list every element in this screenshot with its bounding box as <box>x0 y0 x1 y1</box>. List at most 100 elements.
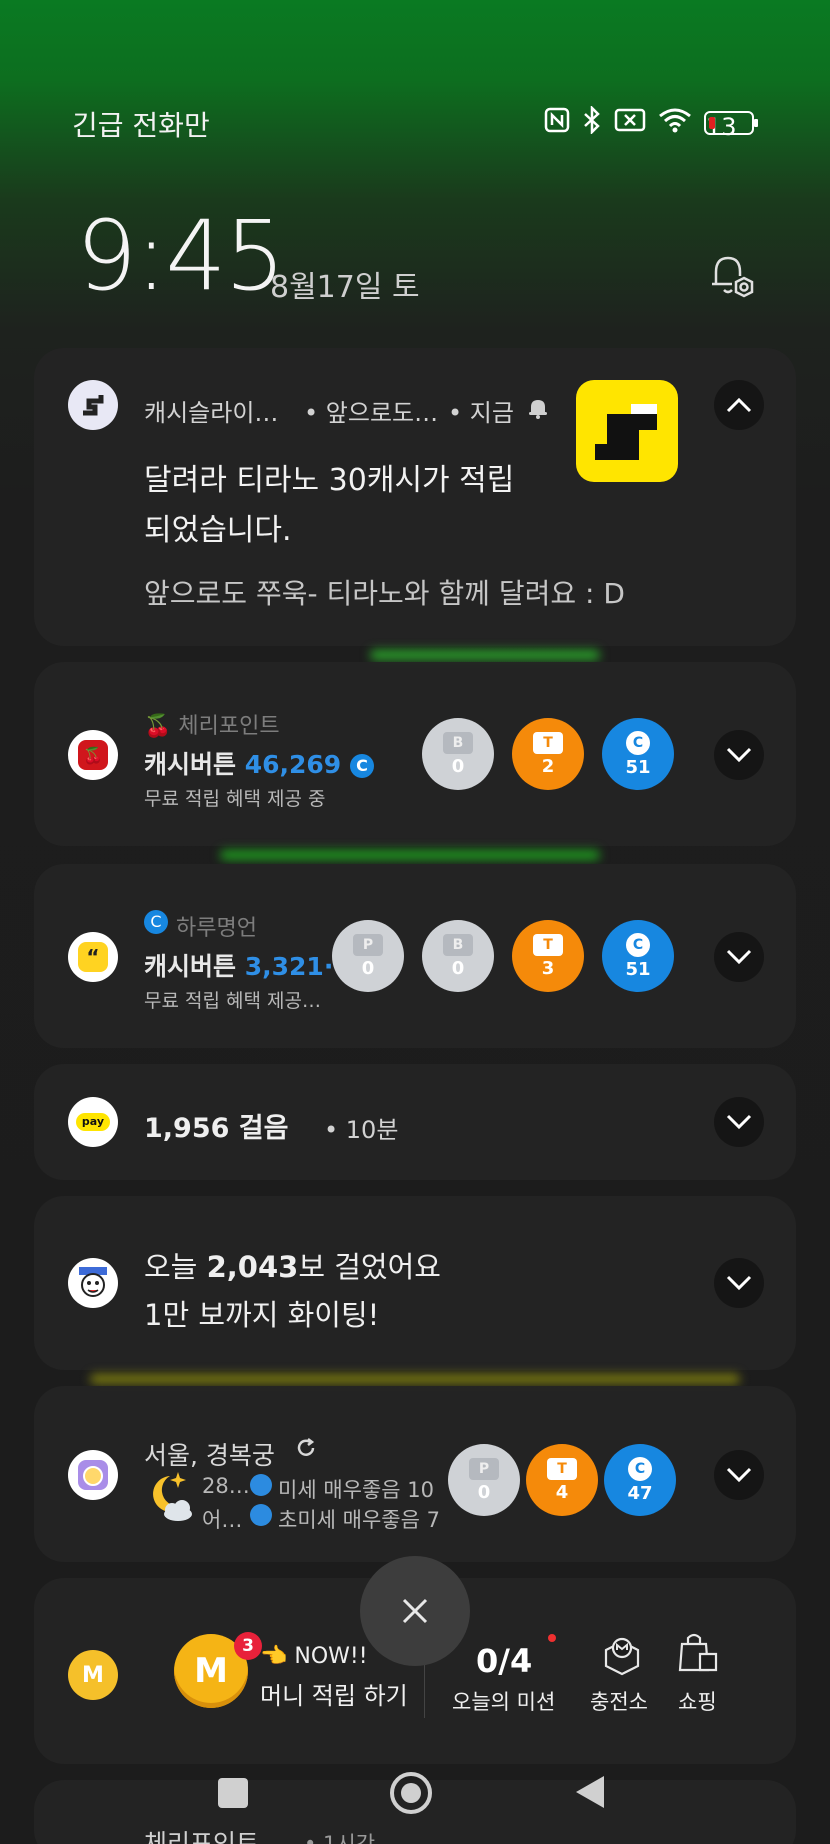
notification-kakaopay[interactable]: pay 1,956 걸음 • 10분 <box>34 1064 796 1180</box>
weather-app-icon <box>68 1450 118 1500</box>
weather-location: 서울, 경복궁 <box>144 1441 275 1470</box>
chip-t-glyph: T <box>533 731 563 754</box>
walk-app-icon <box>68 1258 118 1308</box>
mission-label[interactable]: 오늘의 미션 <box>452 1686 555 1716</box>
chip-b-value: 0 <box>451 755 465 777</box>
notification-weather[interactable]: 서울, 경복궁 28… 어… 미세 매우좋음 10 초미세 매우좋음 7 P0 … <box>34 1386 796 1562</box>
money-app-letter: M <box>82 1662 104 1688</box>
expand-button[interactable] <box>714 1258 764 1308</box>
chip-t[interactable]: T2 <box>512 718 584 790</box>
chip-c[interactable]: C 51 <box>602 920 674 992</box>
money-cta-top[interactable]: 👈 NOW!! <box>260 1644 368 1669</box>
divider-glow <box>220 850 600 860</box>
chip-t[interactable]: T4 <box>526 1444 598 1516</box>
cash-button-label: 캐시버튼 <box>144 750 237 779</box>
lockscreen-clock: 9:45 <box>76 200 286 312</box>
charging-station-label[interactable]: 충전소 <box>590 1686 648 1716</box>
cherrypoint-app-icon: 🍒 <box>68 730 118 780</box>
walk-suffix: 보 걸었어요 <box>298 1250 441 1284</box>
cash-button-balance: 캐시버튼 46,269 C <box>144 745 374 781</box>
chip-b[interactable]: B0 <box>422 920 494 992</box>
notification-cashslide[interactable]: 캐시슬라이… • 앞으로도… • 지금 달려라 티라노 30캐시가 적립 되었습… <box>34 348 796 646</box>
cash-button-label: 캐시버튼 <box>144 952 237 981</box>
money-coin-letter: M <box>194 1651 228 1691</box>
mission-count[interactable]: 0/4 <box>476 1642 532 1680</box>
notification-quote[interactable]: “ C 하루명언 캐시버튼 3,321· 무료 적립 혜택 제공… P0 B0 … <box>34 864 796 1048</box>
clear-all-button[interactable] <box>360 1556 470 1666</box>
ultrafine-dust-level: 초미세 매우좋음 7 <box>278 1508 440 1532</box>
chip-c[interactable]: C 51 <box>602 718 674 790</box>
notification-walk[interactable]: 오늘 2,043보 걸었어요 1만 보까지 화이팅! <box>34 1196 796 1370</box>
walk-line-1: 오늘 2,043보 걸었어요 <box>144 1244 441 1286</box>
notification-cherrypoint[interactable]: 🍒 🍒 체리포인트 캐시버튼 46,269 C 무료 적립 혜택 제공 중 B0… <box>34 662 796 846</box>
divider-glow <box>90 1374 740 1384</box>
expand-button[interactable] <box>714 1450 764 1500</box>
quote-app-name: 하루명언 <box>176 916 257 941</box>
chip-b[interactable]: B0 <box>422 718 494 790</box>
navigation-bar <box>0 1760 830 1844</box>
dust-face-icon <box>250 1474 272 1496</box>
chip-p-value: 0 <box>361 957 375 979</box>
chip-t-value: 4 <box>555 1481 569 1503</box>
notification-app-name: 캐시슬라이… <box>144 399 279 427</box>
notification-title: 달려라 티라노 30캐시가 적립 <box>144 463 515 498</box>
chip-p-value: 0 <box>477 1481 491 1503</box>
quote-app-badge: C <box>144 910 168 934</box>
home-button[interactable] <box>390 1772 432 1814</box>
recents-button[interactable] <box>218 1778 248 1808</box>
chip-p[interactable]: P0 <box>448 1444 520 1516</box>
expand-button[interactable] <box>714 932 764 982</box>
money-app-icon: M <box>68 1650 118 1700</box>
bluetooth-icon <box>582 104 602 140</box>
no-sim-icon <box>614 108 646 138</box>
mission-red-dot <box>548 1634 556 1642</box>
home-dot <box>401 1783 421 1803</box>
lockscreen-date: 8월17일 토 <box>270 270 420 305</box>
money-cta-bottom[interactable]: 머니 적립 하기 <box>260 1676 408 1711</box>
notification-title-line2: 되었습니다. <box>144 513 292 548</box>
wifi-icon <box>658 107 692 139</box>
back-button[interactable] <box>574 1774 606 1814</box>
shopping-bag-icon[interactable] <box>676 1630 720 1678</box>
cash-balance-value: 46,269 <box>244 750 342 779</box>
steps-count: 1,956 걸음 <box>144 1113 289 1144</box>
chip-c-glyph: C <box>628 1456 652 1481</box>
cherry-icon: 🍒 <box>78 740 108 770</box>
ultrafine-dust-face-icon <box>250 1504 272 1526</box>
cash-coin-icon: C <box>349 754 374 778</box>
notification-settings-icon[interactable] <box>706 252 758 302</box>
shopping-label[interactable]: 쇼핑 <box>678 1686 717 1716</box>
collapse-button[interactable] <box>714 380 764 430</box>
cashslide-app-icon <box>68 380 118 430</box>
moon-cloud-icon <box>142 1468 198 1528</box>
chip-c-value: 47 <box>627 1482 653 1504</box>
chip-b-glyph: B <box>443 731 473 754</box>
money-count-badge: 3 <box>234 1632 262 1660</box>
cherrypoint-app-name: 🍒 체리포인트 <box>144 714 280 739</box>
cash-button-desc: 무료 적립 혜택 제공… <box>144 990 321 1012</box>
notification-time: • 지금 <box>448 399 514 427</box>
refresh-icon[interactable] <box>294 1436 318 1464</box>
chip-c[interactable]: C 47 <box>604 1444 676 1516</box>
status-icons: 13 <box>544 104 758 141</box>
battery-icon: 13 <box>704 111 758 141</box>
charging-station-icon[interactable] <box>600 1632 644 1680</box>
notification-time: • 10분 <box>324 1116 399 1144</box>
notification-body: 앞으로도 쭈욱- 티라노와 함께 달려요 : D <box>144 577 625 610</box>
chip-b-glyph: B <box>443 933 473 956</box>
chip-t-glyph: T <box>547 1457 577 1480</box>
chip-t-value: 3 <box>541 957 555 979</box>
quote-mark-icon: “ <box>78 942 108 972</box>
chip-t[interactable]: T3 <box>512 920 584 992</box>
chip-p[interactable]: P0 <box>332 920 404 992</box>
kakaopay-logo: pay <box>76 1113 110 1131</box>
chip-c-value: 51 <box>625 756 651 778</box>
nfc-icon <box>544 107 570 139</box>
expand-button[interactable] <box>714 1097 764 1147</box>
weather-condition: 어… <box>202 1508 243 1532</box>
kakaopay-app-icon: pay <box>68 1097 118 1147</box>
chip-t-glyph: T <box>533 933 563 956</box>
alert-bell-icon <box>526 396 550 424</box>
expand-button[interactable] <box>714 730 764 780</box>
chip-t-value: 2 <box>541 755 555 777</box>
